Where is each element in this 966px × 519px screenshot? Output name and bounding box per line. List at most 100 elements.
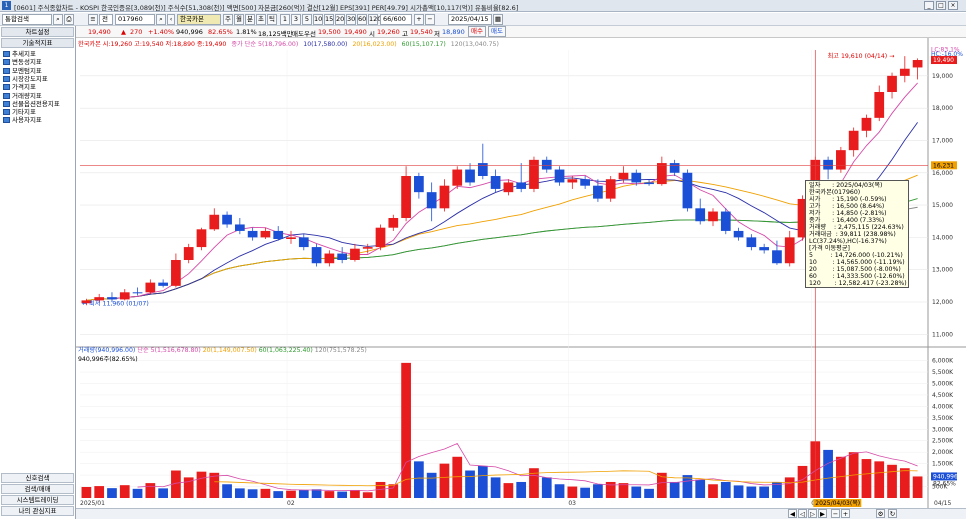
volume-bar (503, 483, 514, 498)
volume-bar (682, 475, 693, 498)
crosshair-date-label: 2025/04/03(목) (815, 500, 860, 507)
volume-bar (196, 471, 207, 498)
interval-20[interactable]: 20 (335, 14, 345, 25)
period-min[interactable]: 분 (245, 14, 255, 25)
zoom-in-chart-icon[interactable]: + (841, 509, 850, 518)
price-tick-label: 13,000 (932, 267, 953, 274)
sell-button[interactable]: 매도 (488, 26, 506, 37)
refresh-icon[interactable]: ↻ (888, 509, 897, 518)
market-select[interactable]: 전 (99, 14, 113, 25)
interval-30[interactable]: 30 (346, 14, 356, 25)
window-title: [0601] 주식종합차트 - KOSPI 한국인증유[3,089(천)] 주식… (14, 4, 519, 12)
stock-name[interactable]: 한국카본 (177, 14, 221, 25)
volume-bar (618, 483, 629, 498)
stock-search-icon[interactable]: ⌕ (156, 14, 166, 25)
sidebar-item-label: 가격지표 (12, 83, 36, 92)
interval-1[interactable]: 1 (280, 14, 290, 25)
volume-bar (234, 488, 245, 498)
close-icon[interactable]: × (948, 1, 958, 10)
candle-body (644, 182, 654, 185)
candle-body (119, 292, 130, 300)
candle-body (426, 192, 437, 209)
volume-bar (695, 479, 706, 498)
zoom-out-chart-icon[interactable]: − (831, 509, 840, 518)
search-input[interactable]: 통합검색 (2, 14, 52, 25)
interval-10[interactable]: 10 (313, 14, 323, 25)
sidebar-footer-button[interactable]: 나의 관심지표 (1, 506, 74, 516)
volume-tick-label: 5,500K (932, 369, 954, 376)
volume-bar (899, 468, 910, 498)
price-tick-label: 12,000 (932, 299, 953, 306)
sidebar-footer-button[interactable]: 신호검색 (1, 473, 74, 483)
zoom-in-icon[interactable]: + (414, 14, 424, 25)
prev-stock-icon[interactable]: ‹ (167, 14, 175, 25)
candle-body (196, 229, 207, 248)
sidebar-item-label: 기타지표 (12, 108, 36, 117)
low-label: 저 (434, 30, 440, 38)
candle-body (605, 179, 616, 199)
candle-body (874, 92, 885, 118)
sidebar-footer-button[interactable]: 검색/매매 (1, 484, 74, 494)
folder-icon (3, 75, 10, 82)
menu-icon[interactable]: ≡ (88, 14, 98, 25)
candle-body (286, 237, 296, 239)
interval-3[interactable]: 3 (291, 14, 301, 25)
sidebar-item[interactable]: 사용자지표 (3, 116, 42, 125)
sidebar-footer-button[interactable]: 시스템트레이딩 (1, 495, 74, 505)
candle-body (772, 250, 782, 264)
maximize-icon[interactable]: □ (936, 1, 946, 10)
folder-icon (3, 109, 10, 116)
interval-5[interactable]: 5 (302, 14, 312, 25)
settings-icon[interactable]: ⚙ (876, 509, 885, 518)
volume-tick-label: 2,500K (932, 438, 954, 445)
candle-body (682, 172, 693, 209)
candle-body (541, 159, 552, 170)
folder-icon (3, 100, 10, 107)
period-month[interactable]: 월 (234, 14, 244, 25)
candle-body (759, 247, 770, 251)
interval-15[interactable]: 15 (324, 14, 334, 25)
volume-bar (414, 461, 424, 498)
legend-ma60: 60(15,107.17) (401, 41, 446, 48)
candle-body (452, 169, 463, 186)
calendar-icon[interactable]: ▦ (493, 14, 503, 25)
volume-bar (746, 486, 757, 498)
volume-bar (324, 491, 335, 498)
volume-bar (887, 464, 897, 498)
period-sec[interactable]: 초 (256, 14, 266, 25)
scroll-next-icon[interactable]: ▷ (808, 509, 817, 518)
candle-body (158, 282, 168, 286)
sidebar-item-label: 추세지표 (12, 50, 36, 58)
volume-last-label: 940,996 (933, 473, 958, 480)
volume-bar (286, 490, 296, 498)
candle-body (503, 182, 514, 193)
tab-chart-settings[interactable]: 차트설정 (1, 27, 74, 37)
period-tick[interactable]: 틱 (267, 14, 277, 25)
search-icon[interactable]: ⌕ (53, 14, 63, 25)
folder-icon (3, 117, 10, 124)
volume-bar (733, 485, 744, 498)
interval-120[interactable]: 120 (368, 14, 381, 25)
date-tick-label: 02 (287, 500, 295, 507)
minimize-icon[interactable]: _ (924, 1, 934, 10)
count-input[interactable]: 66/600 (380, 14, 412, 25)
scroll-last-icon[interactable]: ▶ (818, 509, 827, 518)
price-tick-label: 15,000 (932, 202, 953, 209)
candle-body (350, 248, 360, 260)
candle-body (516, 182, 527, 189)
amount: 18,125백만 (258, 30, 293, 38)
stock-code-input[interactable]: 017960 (115, 14, 155, 25)
volume-bar (452, 456, 463, 498)
period-week[interactable]: 주 (223, 14, 233, 25)
date-tick-label: 04/15 (934, 500, 951, 507)
open-label: 시 (369, 30, 375, 38)
scroll-prev-icon[interactable]: ◁ (798, 509, 807, 518)
scroll-first-icon[interactable]: ◀ (788, 509, 797, 518)
candle-body (580, 179, 590, 186)
date-input[interactable]: 2025/04/15 (448, 14, 492, 25)
print-icon[interactable]: ⎙ (64, 14, 74, 25)
zoom-out-icon[interactable]: − (425, 14, 435, 25)
interval-60[interactable]: 60 (357, 14, 367, 25)
candle-body (618, 172, 629, 180)
buy-button[interactable]: 매수 (468, 26, 486, 37)
